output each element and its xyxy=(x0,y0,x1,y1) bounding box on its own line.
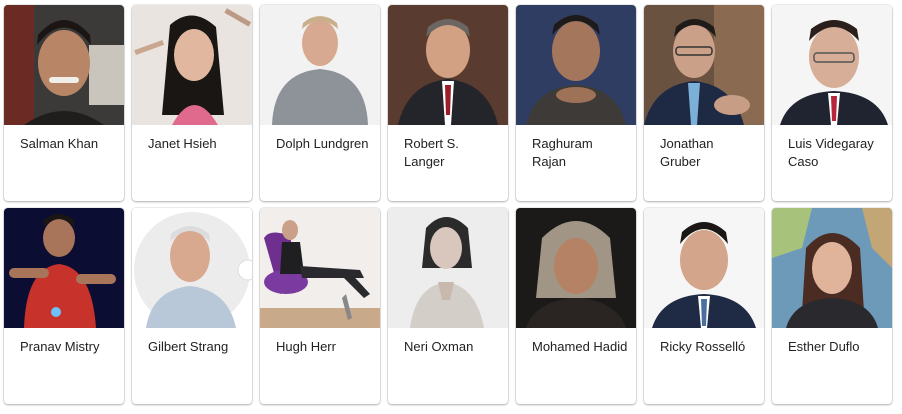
person-card[interactable]: Neri Oxman xyxy=(388,208,508,404)
people-carousel-grid: Salman Khan Janet Hsieh Dolph Lundgren R… xyxy=(0,0,902,414)
person-photo xyxy=(388,5,508,125)
person-name: Hugh Herr xyxy=(276,339,336,354)
person-photo xyxy=(260,208,380,328)
person-name: Gilbert Strang xyxy=(148,339,229,354)
person-card[interactable]: Salman Khan xyxy=(4,5,124,201)
person-photo xyxy=(388,208,508,328)
person-name: Jonathan Gruber xyxy=(660,136,714,169)
person-card[interactable]: Pranav Mistry xyxy=(4,208,124,404)
person-card[interactable]: Dolph Lundgren xyxy=(260,5,380,201)
person-card[interactable]: Mohamed Hadid xyxy=(516,208,636,404)
person-photo xyxy=(644,208,764,328)
person-photo xyxy=(772,5,892,125)
person-photo xyxy=(516,5,636,125)
person-name: Mohamed Hadid xyxy=(532,339,628,354)
person-name: Esther Duflo xyxy=(788,339,860,354)
person-card[interactable]: Janet Hsieh xyxy=(132,5,252,201)
person-card[interactable]: Raghuram Rajan xyxy=(516,5,636,201)
person-card[interactable]: Robert S. Langer xyxy=(388,5,508,201)
person-photo xyxy=(644,5,764,125)
person-card[interactable]: Ricky Rosselló xyxy=(644,208,764,404)
person-photo xyxy=(772,208,892,328)
person-name: Dolph Lundgren xyxy=(276,136,369,151)
person-name: Salman Khan xyxy=(20,136,99,151)
person-name: Pranav Mistry xyxy=(20,339,100,354)
person-name: Luis Videgaray Caso xyxy=(788,136,874,169)
person-photo xyxy=(132,208,252,328)
person-photo xyxy=(4,5,124,125)
person-card[interactable]: Esther Duflo xyxy=(772,208,892,404)
person-photo xyxy=(260,5,380,125)
person-name: Janet Hsieh xyxy=(148,136,217,151)
person-card[interactable]: Luis Videgaray Caso xyxy=(772,5,892,201)
person-card[interactable]: Jonathan Gruber xyxy=(644,5,764,201)
person-photo xyxy=(132,5,252,125)
person-card[interactable]: Hugh Herr xyxy=(260,208,380,404)
person-photo xyxy=(4,208,124,328)
person-card[interactable]: Gilbert Strang xyxy=(132,208,252,404)
person-name: Ricky Rosselló xyxy=(660,339,746,354)
person-name: Robert S. Langer xyxy=(404,136,459,169)
person-name: Raghuram Rajan xyxy=(532,136,593,169)
person-name: Neri Oxman xyxy=(404,339,474,354)
person-photo xyxy=(516,208,636,328)
